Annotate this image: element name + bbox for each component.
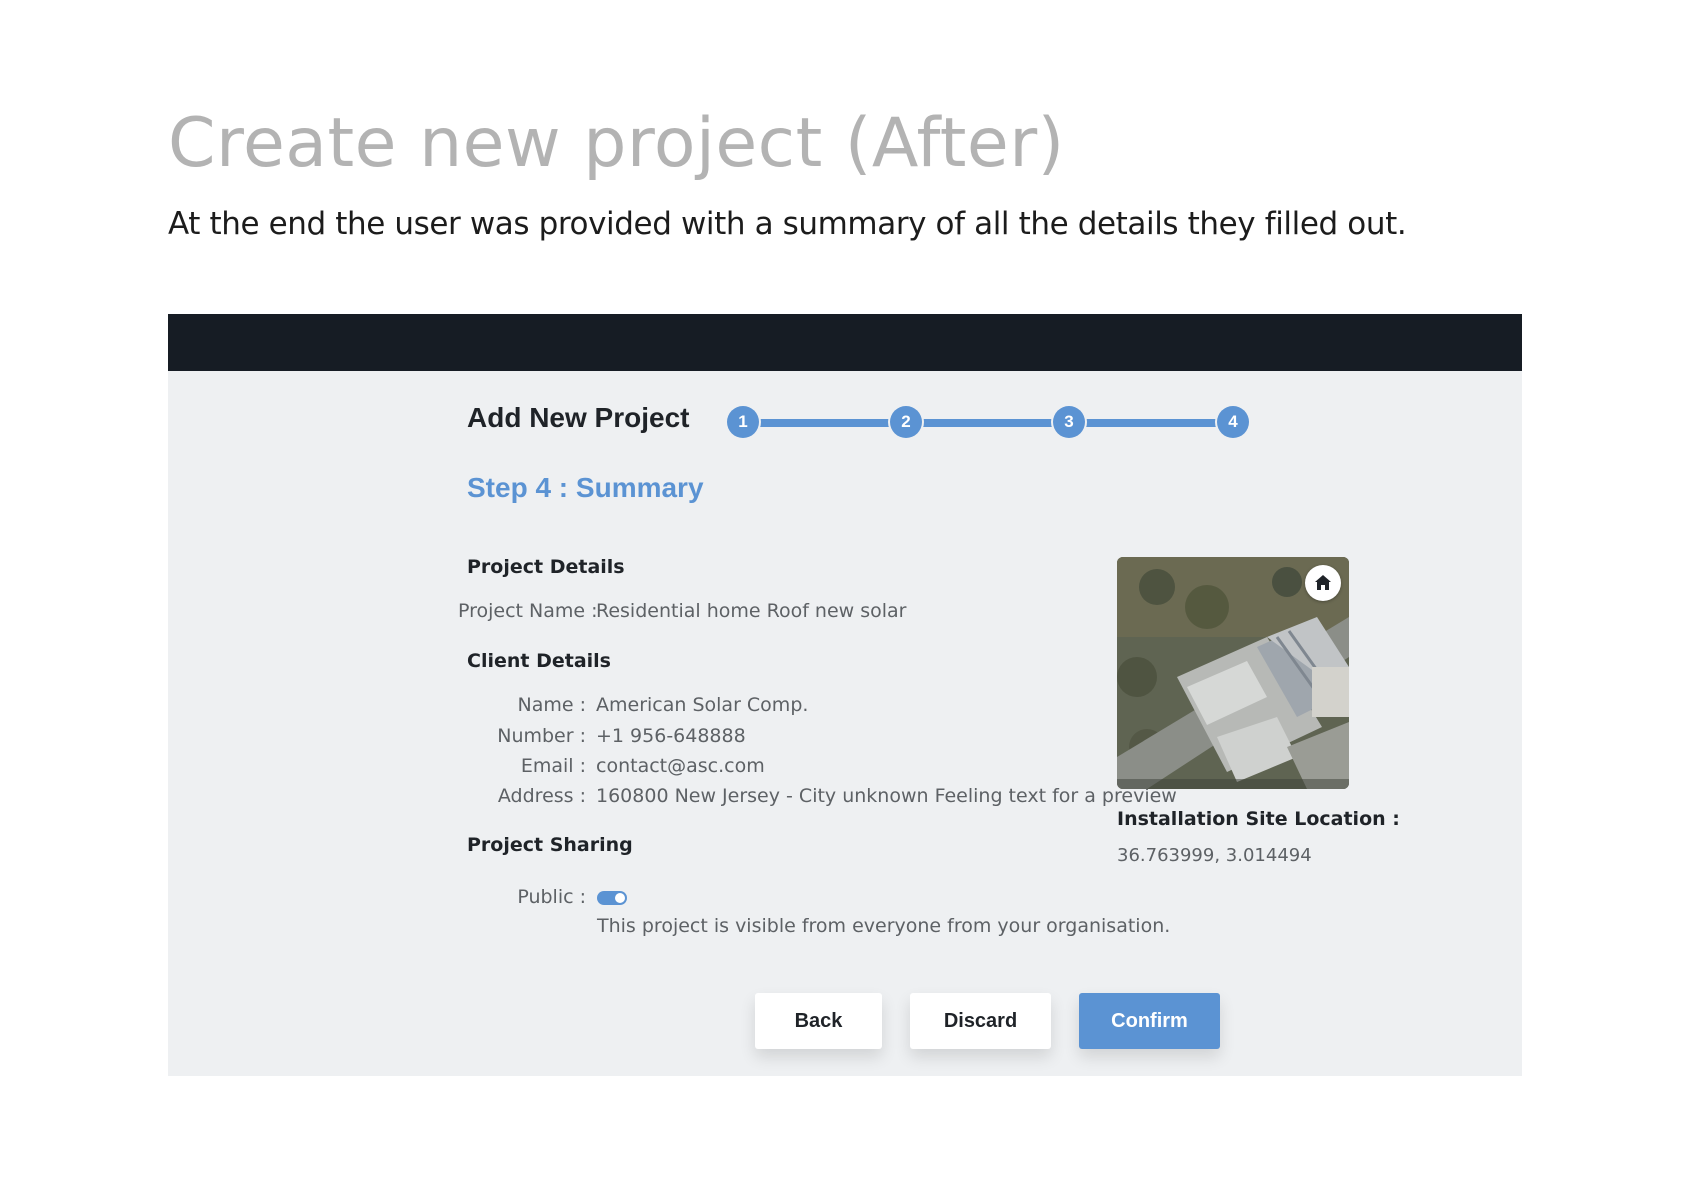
client-number-label: Number : (497, 725, 586, 747)
project-sharing-heading: Project Sharing (467, 834, 633, 856)
step-2-indicator[interactable]: 2 (890, 406, 922, 438)
project-details-heading: Project Details (467, 556, 625, 578)
public-toggle[interactable] (597, 891, 627, 905)
toggle-knob (615, 893, 625, 903)
client-number-row: Number : +1 956-648888 (458, 723, 746, 749)
client-email-label: Email : (520, 755, 586, 777)
project-name-row: Project Name : Residential home Roof new… (458, 598, 907, 624)
discard-button[interactable]: Discard (910, 993, 1051, 1049)
form-title: Add New Project (467, 402, 690, 433)
step-1-indicator[interactable]: 1 (727, 406, 759, 438)
client-name-label: Name : (517, 694, 587, 716)
page-subtitle: At the end the user was provided with a … (168, 206, 1407, 242)
installation-site-heading: Installation Site Location : (1117, 808, 1400, 830)
client-details-heading: Client Details (467, 650, 611, 672)
public-label: Public : (517, 886, 586, 908)
site-map-thumbnail[interactable] (1117, 557, 1349, 789)
client-email-value: contact@asc.com (596, 755, 765, 777)
client-address-value: 160800 New Jersey - City unknown Feeling… (596, 785, 1177, 807)
installation-site-coordinates: 36.763999, 3.014494 (1117, 845, 1312, 866)
home-icon-glyph (1315, 575, 1331, 590)
client-address-label: Address : (497, 785, 586, 807)
stepper-track (743, 419, 1233, 427)
project-name-value: Residential home Roof new solar (596, 600, 907, 622)
back-button[interactable]: Back (755, 993, 882, 1049)
project-name-label: Project Name : (458, 600, 598, 622)
confirm-button[interactable]: Confirm (1079, 993, 1220, 1049)
progress-stepper: 1 2 3 4 (727, 406, 1249, 440)
home-icon[interactable] (1305, 565, 1341, 601)
sharing-note: This project is visible from everyone fr… (597, 915, 1171, 937)
step-4-indicator[interactable]: 4 (1217, 406, 1249, 438)
public-row: Public : (458, 884, 596, 910)
client-name-value: American Solar Comp. (596, 694, 809, 716)
client-address-row: Address : 160800 New Jersey - City unkno… (458, 783, 1177, 809)
step-title: Step 4 : Summary (467, 472, 704, 503)
client-email-row: Email : contact@asc.com (458, 753, 765, 779)
client-name-row: Name : American Solar Comp. (458, 692, 809, 718)
client-number-value: +1 956-648888 (596, 725, 746, 747)
page-title: Create new project (After) (168, 104, 1065, 183)
step-3-indicator[interactable]: 3 (1053, 406, 1085, 438)
